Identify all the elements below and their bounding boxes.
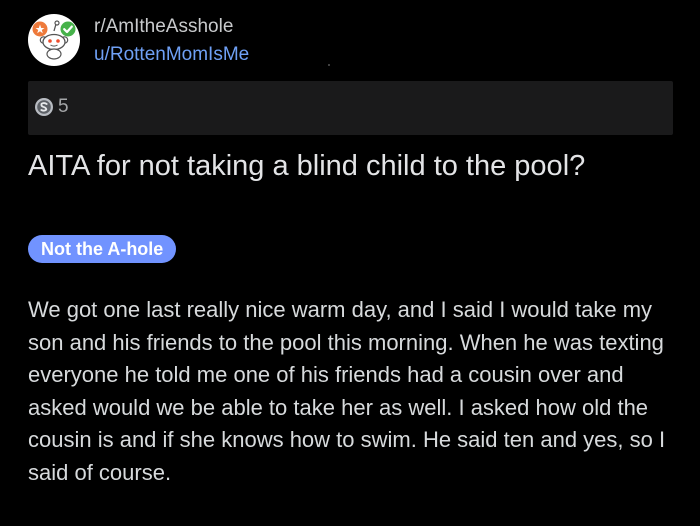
post-flair[interactable]: Not the A-hole [28, 235, 177, 263]
award-count: 5 [58, 96, 69, 117]
silver-award-icon [35, 98, 53, 116]
subreddit-name[interactable]: r/AmItheAsshole [94, 16, 233, 38]
subreddit-avatar[interactable] [28, 14, 80, 66]
author-username[interactable]: u/RottenMomIsMe [94, 44, 249, 66]
award-bar[interactable]: 5 [28, 81, 673, 135]
snoo-avatar-icon [32, 20, 76, 60]
separator-dot [328, 64, 330, 66]
post-title: AITA for not taking a blind child to the… [28, 150, 586, 182]
post-body: We got one last really nice warm day, an… [28, 297, 666, 485]
post-header: r/AmItheAsshole u/RottenMomIsMe [28, 14, 668, 70]
